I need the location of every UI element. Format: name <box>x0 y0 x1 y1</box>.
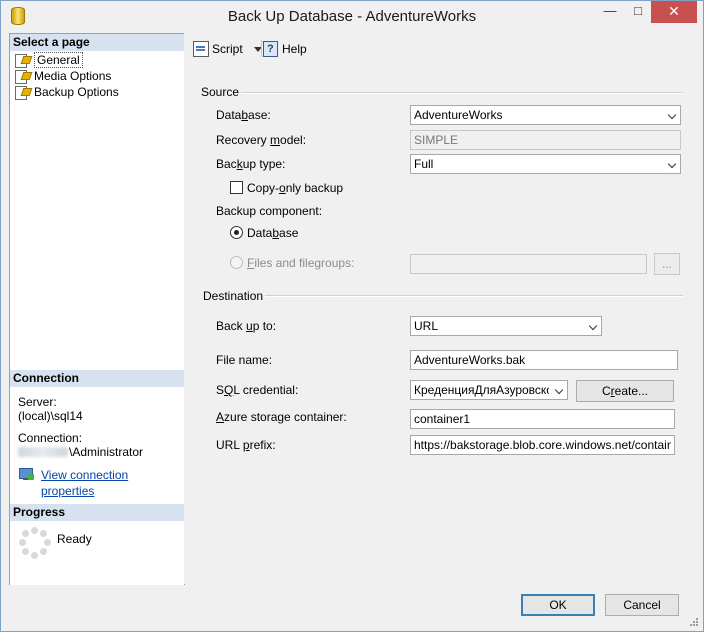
copy-only-label: Copy-only backup <box>247 181 344 195</box>
resize-grip-icon[interactable] <box>689 617 699 627</box>
connection-properties-icon <box>19 468 34 480</box>
page-item-general[interactable]: General <box>14 52 83 68</box>
sql-credential-label: SQL credential: <box>216 383 299 397</box>
create-credential-button[interactable]: Create... <box>576 380 674 402</box>
recovery-model-label: Recovery model: <box>216 133 307 147</box>
component-files-label: Files and filegroups: <box>247 256 355 270</box>
recovery-model-value: SIMPLE <box>414 133 459 147</box>
files-browse-button[interactable]: ... <box>654 253 680 275</box>
database-value: AdventureWorks <box>414 108 503 122</box>
dialog-window: Back Up Database - AdventureWorks — □ ✕ … <box>0 0 704 632</box>
connection-header: Connection <box>10 370 184 387</box>
page-item-backup-options[interactable]: Backup Options <box>14 84 119 100</box>
page-icon <box>14 53 33 68</box>
sql-credential-value: КреденцияДляАзуровског <box>414 383 549 397</box>
page-icon <box>14 85 33 100</box>
general-page-content: Source Database: AdventureWorks Recovery… <box>184 61 698 584</box>
backup-to-label: Back up to: <box>216 319 277 333</box>
source-group-line <box>241 92 683 94</box>
page-item-label: Backup Options <box>34 85 119 99</box>
page-icon <box>14 69 33 84</box>
backup-to-value: URL <box>414 319 439 333</box>
url-prefix-label: URL prefix: <box>216 438 276 452</box>
chevron-down-icon <box>667 110 677 120</box>
component-database-radio[interactable] <box>230 226 243 239</box>
files-filegroups-field <box>410 254 647 274</box>
script-button[interactable]: Script <box>193 41 262 57</box>
server-value: (local)\sql14 <box>18 409 83 423</box>
destination-group-line <box>265 295 683 297</box>
page-item-label: General <box>34 52 83 68</box>
chevron-down-icon <box>554 385 564 395</box>
database-combo[interactable]: AdventureWorks <box>410 105 681 125</box>
cancel-button[interactable]: Cancel <box>605 594 679 616</box>
help-icon <box>263 41 278 57</box>
azure-container-label: Azure storage container: <box>216 410 347 424</box>
page-item-label: Media Options <box>34 69 112 83</box>
help-button[interactable]: Help <box>263 41 307 57</box>
database-label: Database: <box>216 108 271 122</box>
script-icon <box>193 41 209 57</box>
copy-only-checkbox[interactable] <box>230 181 243 194</box>
chevron-down-icon <box>588 321 598 331</box>
backup-component-label: Backup component: <box>216 204 323 218</box>
file-name-label: File name: <box>216 353 273 367</box>
view-connection-properties-link[interactable]: View connection properties <box>41 467 184 499</box>
dialog-footer: OK Cancel <box>1 585 703 631</box>
maximize-button[interactable]: □ <box>625 1 651 23</box>
source-group-title: Source <box>201 85 240 99</box>
help-label: Help <box>282 42 307 56</box>
sql-credential-combo[interactable]: КреденцияДляАзуровског <box>410 380 568 400</box>
redacted-username <box>18 447 68 457</box>
script-label: Script <box>212 42 243 56</box>
component-files-radio[interactable] <box>230 256 243 269</box>
connection-value: \Administrator <box>69 445 144 459</box>
progress-area: Ready <box>10 504 184 574</box>
minimize-button[interactable]: — <box>595 1 625 23</box>
azure-container-input[interactable] <box>410 409 675 429</box>
page-item-media-options[interactable]: Media Options <box>14 68 111 84</box>
backup-to-combo[interactable]: URL <box>410 316 602 336</box>
component-database-label: Database <box>247 226 299 240</box>
progress-status: Ready <box>57 532 92 546</box>
ok-button[interactable]: OK <box>521 594 595 616</box>
chevron-down-icon <box>667 159 677 169</box>
backup-type-value: Full <box>414 157 434 171</box>
recovery-model-field: SIMPLE <box>410 130 681 150</box>
progress-spinner-icon <box>19 527 51 559</box>
file-name-input[interactable] <box>410 350 678 370</box>
url-prefix-input[interactable] <box>410 435 675 455</box>
backup-type-combo[interactable]: Full <box>410 154 681 174</box>
toolbar-separator <box>261 40 262 57</box>
toolbar: Script Help <box>184 33 698 61</box>
select-page-header: Select a page <box>10 34 184 51</box>
destination-group-title: Destination <box>203 289 264 303</box>
left-panel: Select a page General Media Options Back… <box>9 33 185 586</box>
backup-type-label: Backup type: <box>216 157 286 171</box>
view-connection-row: View connection properties <box>10 466 184 498</box>
close-button[interactable]: ✕ <box>651 1 697 23</box>
title-bar: Back Up Database - AdventureWorks — □ ✕ <box>1 1 703 32</box>
